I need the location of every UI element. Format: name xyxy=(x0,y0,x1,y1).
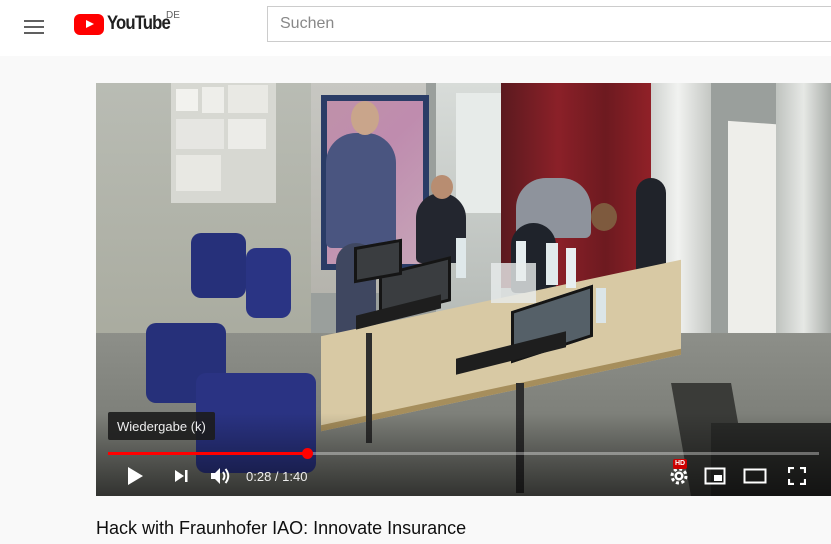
play-tooltip: Wiedergabe (k) xyxy=(108,412,215,440)
search-placeholder: Suchen xyxy=(280,15,335,32)
logo-country-code: DE xyxy=(166,10,180,21)
masthead: YouTube DE Suchen xyxy=(0,0,831,56)
player-controls: 0:28 / 1:40 HD xyxy=(96,456,831,496)
hamburger-menu-icon[interactable] xyxy=(22,15,46,39)
search-input[interactable]: Suchen xyxy=(267,6,831,42)
duration: 1:40 xyxy=(282,468,308,484)
theater-mode-icon[interactable] xyxy=(740,456,770,496)
fullscreen-icon[interactable] xyxy=(782,456,812,496)
volume-icon[interactable] xyxy=(206,456,236,496)
time-separator: / xyxy=(271,468,283,484)
next-icon[interactable] xyxy=(168,456,194,496)
hd-badge: HD xyxy=(673,459,688,469)
video-title: Hack with Fraunhofer IAO: Innovate Insur… xyxy=(96,518,467,538)
progress-bar-played xyxy=(108,452,308,455)
play-icon[interactable] xyxy=(120,456,150,496)
youtube-logo[interactable]: YouTube DE xyxy=(74,10,180,36)
time-display: 0:28 / 1:40 xyxy=(246,456,307,496)
progress-bar[interactable] xyxy=(108,448,819,459)
youtube-play-logo-icon xyxy=(74,13,104,35)
miniplayer-icon[interactable] xyxy=(700,456,730,496)
settings-gear-icon[interactable]: HD xyxy=(664,456,694,496)
logo-text: YouTube xyxy=(107,13,171,34)
current-time: 0:28 xyxy=(246,468,272,484)
